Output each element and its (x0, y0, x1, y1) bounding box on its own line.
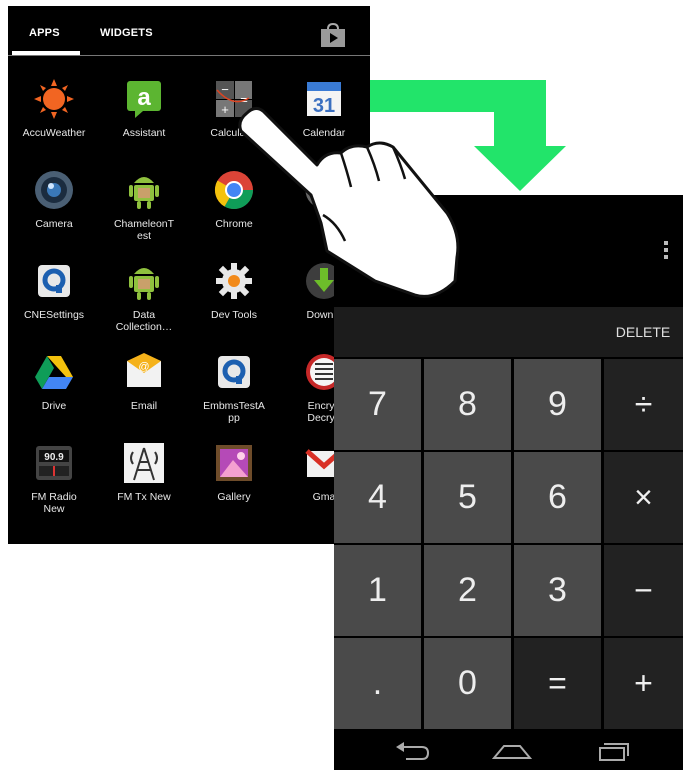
app-label: Data Collection… (115, 309, 173, 333)
recent-apps-icon[interactable] (592, 740, 632, 762)
app-camera[interactable]: Camera (9, 169, 99, 230)
drawer-tab-bar: APPS WIDGETS (8, 6, 370, 58)
app-label: Dev Tools (211, 309, 257, 321)
key-6[interactable]: 6 (514, 452, 601, 543)
back-icon[interactable] (392, 740, 432, 762)
key-4[interactable]: 4 (334, 452, 421, 543)
tapping-hand-icon (238, 106, 460, 298)
android-robot-icon (129, 177, 159, 209)
app-label: CNESettings (23, 309, 85, 321)
key-2[interactable]: 2 (424, 545, 511, 636)
app-embms-test[interactable]: EmbmsTestA pp (189, 351, 279, 424)
app-label: ChameleonT est (113, 218, 175, 242)
app-fm-tx[interactable]: FM Tx New (99, 442, 189, 503)
android-robot-icon (129, 268, 159, 300)
app-label: AccuWeather (22, 127, 86, 139)
tab-apps[interactable]: APPS (29, 27, 60, 39)
app-chameleon-test[interactable]: ChameleonT est (99, 169, 189, 242)
key-7[interactable]: 7 (334, 359, 421, 450)
key-equals[interactable]: = (514, 638, 601, 729)
app-email[interactable]: @ Email (99, 351, 189, 412)
app-data-collection[interactable]: Data Collection… (99, 260, 189, 333)
fm-tower-icon (124, 443, 164, 483)
calculator-entry-field[interactable] (334, 307, 603, 357)
app-label: Assistant (122, 127, 166, 139)
fm-radio-icon: 90.9 (36, 446, 72, 480)
camera-lens-icon (35, 171, 73, 209)
play-store-icon[interactable] (319, 22, 347, 48)
app-label: Email (130, 400, 158, 412)
app-label: Gallery (217, 491, 251, 503)
svg-text:90.9: 90.9 (44, 452, 64, 463)
email-icon: @ (127, 353, 161, 387)
key-subtract[interactable]: − (604, 545, 683, 636)
svg-text:@: @ (138, 361, 149, 373)
key-3[interactable]: 3 (514, 545, 601, 636)
embms-icon (218, 356, 250, 388)
home-icon[interactable] (492, 740, 532, 762)
app-label: FM Radio New (31, 491, 77, 515)
app-gallery[interactable]: Gallery (189, 442, 279, 503)
delete-button[interactable]: DELETE (603, 307, 683, 357)
app-drive[interactable]: Drive (9, 351, 99, 412)
key-add[interactable]: + (604, 638, 683, 729)
app-label: Camera (35, 218, 73, 230)
key-multiply[interactable]: × (604, 452, 683, 543)
app-label: Drive (41, 400, 67, 412)
tab-widgets[interactable]: WIDGETS (100, 27, 153, 39)
overflow-menu-icon[interactable] (664, 241, 670, 261)
app-label: EmbmsTestA pp (203, 400, 265, 424)
tab-divider (8, 55, 370, 56)
key-1[interactable]: 1 (334, 545, 421, 636)
key-0[interactable]: 0 (424, 638, 511, 729)
app-assistant[interactable]: a Assistant (99, 78, 189, 139)
key-8[interactable]: 8 (424, 359, 511, 450)
drive-icon (35, 356, 73, 389)
key-9[interactable]: 9 (514, 359, 601, 450)
gallery-icon (216, 445, 252, 481)
key-decimal[interactable]: . (334, 638, 421, 729)
svg-text:a: a (137, 84, 151, 111)
app-cne-settings[interactable]: CNESettings (9, 260, 99, 321)
cne-settings-icon (38, 265, 70, 297)
app-fm-radio[interactable]: 90.9 FM Radio New (9, 442, 99, 515)
key-5[interactable]: 5 (424, 452, 511, 543)
assistant-a-icon: a (127, 81, 161, 118)
accuweather-sun-icon (34, 79, 74, 119)
app-accuweather[interactable]: AccuWeather (9, 78, 99, 139)
app-label: FM Tx New (117, 491, 171, 503)
system-nav-bar (334, 730, 683, 770)
calculator-keypad: 7 8 9 ÷ 4 5 6 × 1 2 3 − . 0 = + (334, 359, 683, 729)
key-divide[interactable]: ÷ (604, 359, 683, 450)
